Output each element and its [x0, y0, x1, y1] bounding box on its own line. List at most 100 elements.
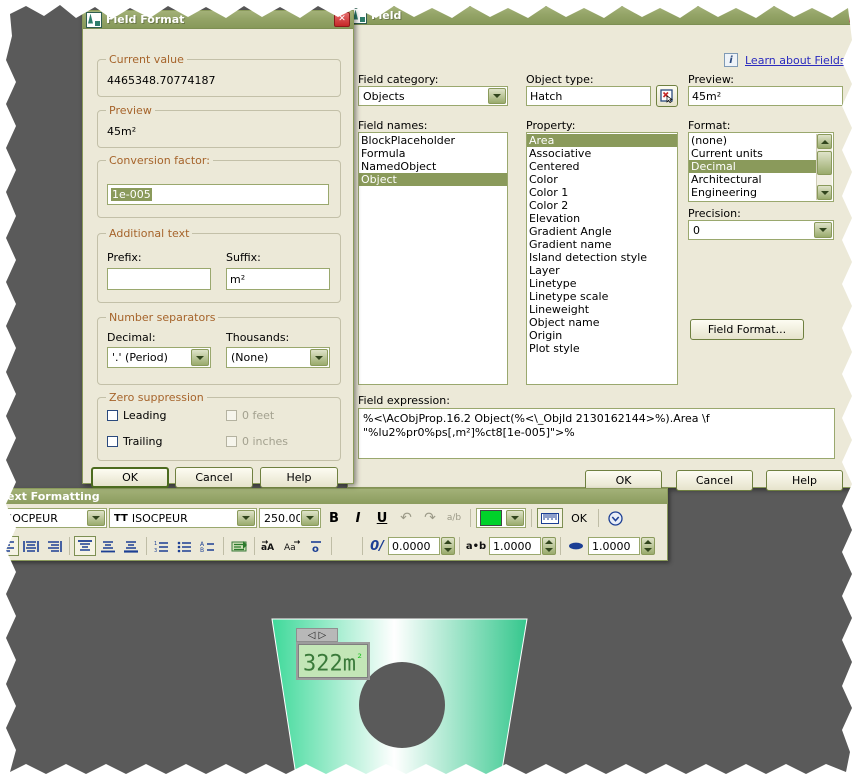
- list-item[interactable]: Elevation: [527, 212, 677, 225]
- list-item-selected[interactable]: Decimal: [689, 160, 817, 173]
- list-item[interactable]: Architectural: [689, 173, 817, 186]
- insert-field-button[interactable]: [228, 536, 250, 556]
- object-type-value[interactable]: Hatch: [526, 86, 651, 106]
- learn-about-fields-link[interactable]: Learn about Fields: [745, 54, 846, 67]
- precision-combobox[interactable]: 0: [688, 220, 834, 240]
- bold-button[interactable]: B: [323, 508, 345, 528]
- italic-button[interactable]: I: [347, 508, 369, 528]
- list-item[interactable]: Origin: [527, 329, 677, 342]
- text-color-combobox[interactable]: [476, 508, 526, 528]
- width-factor-button[interactable]: [565, 536, 587, 556]
- suffix-input[interactable]: m²: [226, 268, 330, 290]
- list-item[interactable]: (none): [689, 134, 817, 147]
- list-item[interactable]: Linetype: [527, 277, 677, 290]
- tracking-stepper[interactable]: [542, 537, 556, 555]
- list-item[interactable]: Island detection style: [527, 251, 677, 264]
- mtext-editor[interactable]: ◁ ▷ 322m²: [296, 628, 371, 681]
- field-format-button[interactable]: Field Format...: [690, 319, 804, 340]
- list-item[interactable]: Gradient Angle: [527, 225, 677, 238]
- lettered-list-button[interactable]: AB: [197, 536, 219, 556]
- list-item[interactable]: Plot style: [527, 342, 677, 355]
- field-help-button[interactable]: Help: [766, 470, 843, 491]
- list-item[interactable]: Color 1: [527, 186, 677, 199]
- prefix-input[interactable]: [107, 268, 211, 290]
- ok-button[interactable]: OK: [565, 508, 593, 528]
- select-object-button[interactable]: [656, 85, 678, 107]
- zero-suppression-leading-checkbox[interactable]: Leading: [107, 409, 166, 422]
- chevron-down-icon[interactable]: [814, 222, 832, 238]
- scrollbar-thumb[interactable]: [817, 151, 832, 175]
- list-item[interactable]: Centered: [527, 160, 677, 173]
- list-item[interactable]: Gradient name: [527, 238, 677, 251]
- scroll-down-arrow-icon[interactable]: [817, 185, 832, 200]
- underline-button[interactable]: U: [371, 508, 393, 528]
- chevron-down-icon[interactable]: [506, 510, 524, 526]
- justify-right-button[interactable]: [43, 536, 65, 556]
- ruler-right-arrow-icon[interactable]: ▷: [319, 630, 327, 641]
- field-format-cancel-button[interactable]: Cancel: [175, 467, 253, 488]
- chevron-down-icon[interactable]: [301, 510, 319, 526]
- align-bottom-button[interactable]: [120, 536, 142, 556]
- symbol-button[interactable]: symbol-at-icon: [336, 536, 358, 556]
- property-listbox[interactable]: Area Associative Centered Color Color 1 …: [526, 132, 678, 385]
- stack-button[interactable]: a/b: [443, 508, 465, 528]
- hatched-trapezoid-object[interactable]: [250, 610, 550, 784]
- options-button[interactable]: [604, 508, 626, 528]
- field-dialog-close-button[interactable]: ✕: [849, 8, 860, 23]
- list-item-selected[interactable]: Object: [359, 173, 507, 186]
- chevron-down-icon[interactable]: [488, 88, 506, 104]
- chevron-down-icon[interactable]: [237, 510, 255, 526]
- chevron-down-icon[interactable]: [191, 349, 209, 366]
- checkbox-box[interactable]: [107, 410, 118, 421]
- bulleted-list-button[interactable]: [174, 536, 196, 556]
- justify-left-button[interactable]: [0, 536, 19, 556]
- width-factor-input[interactable]: 1.0000: [588, 537, 640, 555]
- field-dialog-titlebar[interactable]: Field ✕: [348, 7, 860, 25]
- width-factor-stepper[interactable]: [641, 537, 655, 555]
- list-item[interactable]: Object name: [527, 316, 677, 329]
- format-listbox[interactable]: (none) Current units Decimal Architectur…: [688, 132, 834, 202]
- info-icon[interactable]: i: [724, 53, 738, 67]
- oblique-angle-stepper[interactable]: [441, 537, 455, 555]
- mtext-frame[interactable]: 322m²: [296, 642, 371, 681]
- decimal-separator-combobox[interactable]: '.' (Period): [107, 347, 211, 368]
- checkbox-box[interactable]: [107, 436, 118, 447]
- list-item[interactable]: Current units: [689, 147, 817, 160]
- list-item[interactable]: Associative: [527, 147, 677, 160]
- list-item[interactable]: BlockPlaceholder: [359, 134, 507, 147]
- list-item[interactable]: Formula: [359, 147, 507, 160]
- spin-up-icon[interactable]: [442, 538, 454, 546]
- ruler-left-arrow-icon[interactable]: ◁: [308, 630, 316, 641]
- zero-suppression-trailing-checkbox[interactable]: Trailing: [107, 435, 163, 448]
- spin-down-icon[interactable]: [442, 546, 454, 554]
- justify-center-button[interactable]: [20, 536, 42, 556]
- overline-button[interactable]: o: [305, 536, 327, 556]
- text-style-combobox[interactable]: ISOCPEUR: [0, 508, 107, 528]
- lowercase-button[interactable]: Aa: [282, 536, 304, 556]
- list-item[interactable]: Linetype scale: [527, 290, 677, 303]
- field-format-close-button[interactable]: ✕: [334, 12, 350, 27]
- field-format-titlebar[interactable]: Field Format ✕: [83, 11, 353, 29]
- ruler-button[interactable]: [537, 508, 563, 528]
- chevron-down-icon[interactable]: [310, 349, 328, 366]
- list-item[interactable]: NamedObject: [359, 160, 507, 173]
- thousands-separator-combobox[interactable]: (None): [226, 347, 330, 368]
- list-item[interactable]: Layer: [527, 264, 677, 277]
- chevron-down-icon[interactable]: [87, 510, 105, 526]
- align-middle-button[interactable]: [97, 536, 119, 556]
- mtext-content[interactable]: 322m²: [298, 644, 369, 679]
- field-cancel-button[interactable]: Cancel: [676, 470, 753, 491]
- list-item[interactable]: Engineering: [689, 186, 817, 199]
- font-combobox[interactable]: TT ISOCPEUR: [109, 508, 257, 528]
- format-list-scrollbar[interactable]: [816, 134, 832, 200]
- mtext-ruler[interactable]: ◁ ▷: [296, 628, 338, 642]
- color-swatch[interactable]: [480, 510, 502, 526]
- tracking-input[interactable]: 1.0000: [489, 537, 541, 555]
- text-height-combobox[interactable]: 250.000: [259, 508, 321, 528]
- numbered-list-button[interactable]: 13: [151, 536, 173, 556]
- scroll-up-arrow-icon[interactable]: [817, 134, 832, 149]
- conversion-factor-input[interactable]: 1e-005: [107, 184, 329, 205]
- redo-button[interactable]: ↷: [419, 508, 441, 528]
- spin-down-icon[interactable]: [642, 546, 654, 554]
- align-top-button[interactable]: [74, 536, 96, 556]
